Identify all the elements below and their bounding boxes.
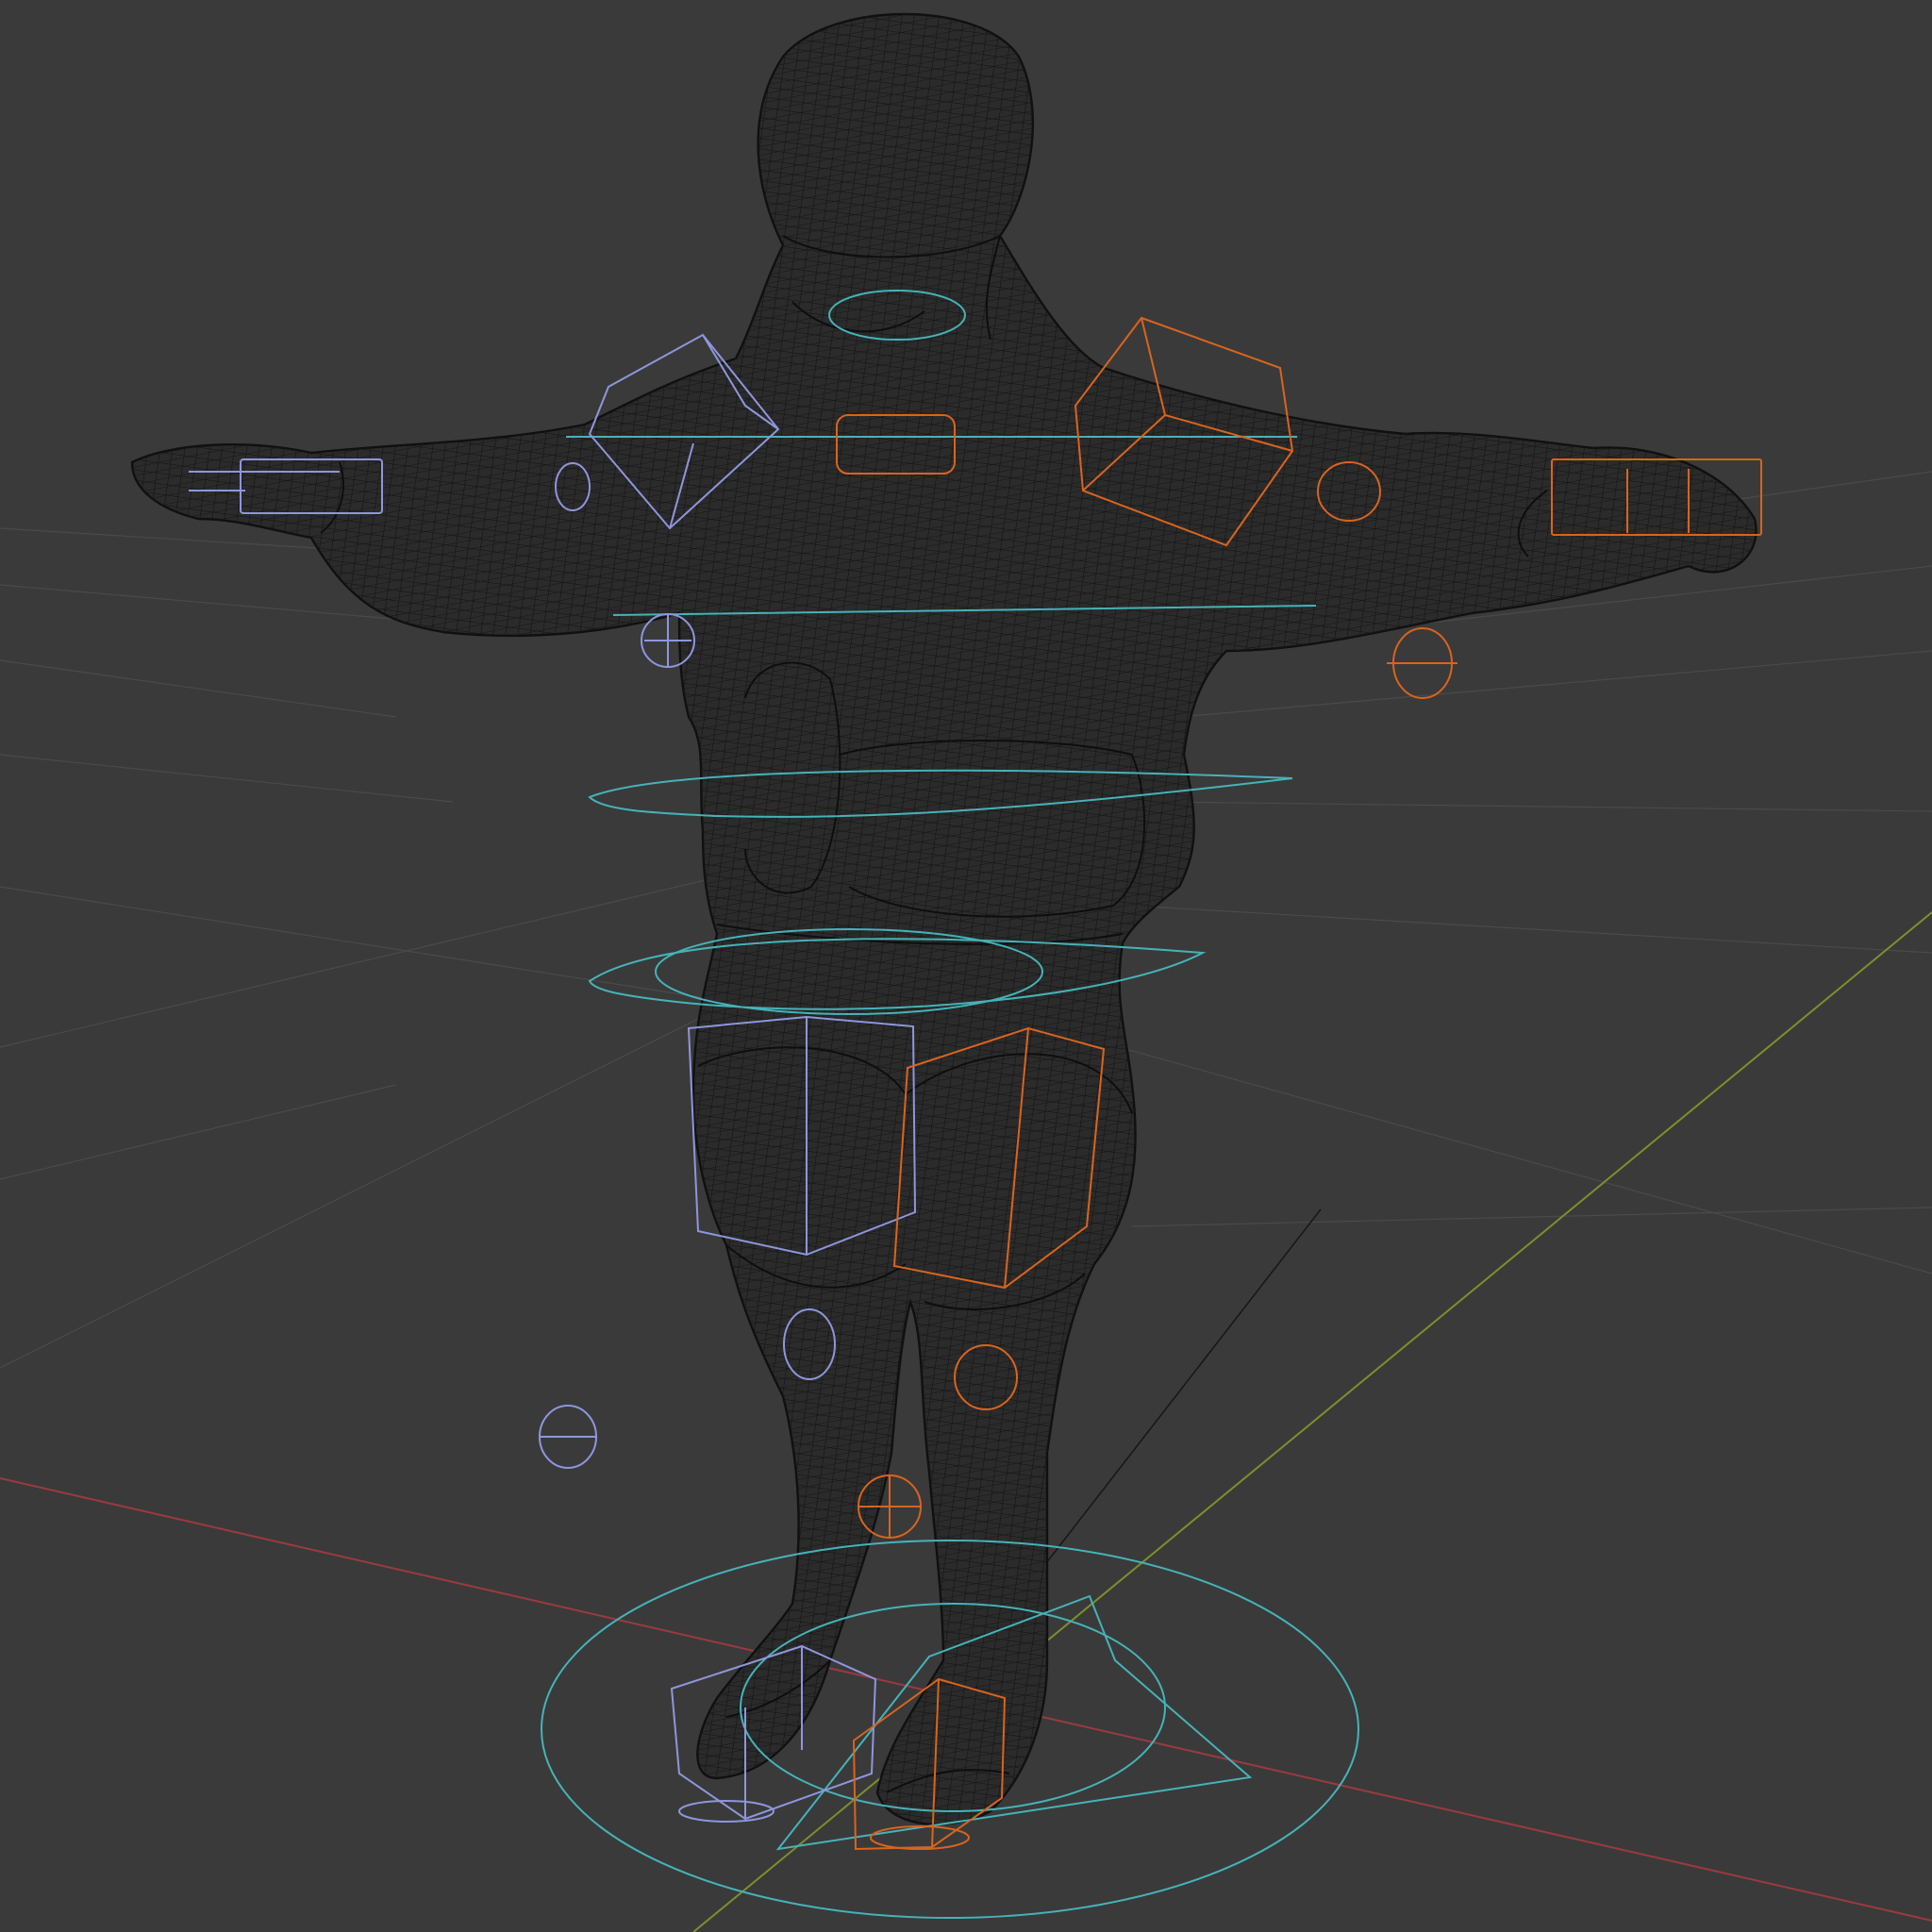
right-foot-ring-control[interactable]: [870, 1825, 970, 1850]
character-mesh[interactable]: [130, 12, 1757, 1826]
3d-viewport[interactable]: [0, 0, 1932, 1932]
mesh-body: [130, 12, 1757, 1826]
left-foot-ring-control[interactable]: [678, 1800, 774, 1823]
viewport-canvas[interactable]: [0, 0, 1932, 1932]
